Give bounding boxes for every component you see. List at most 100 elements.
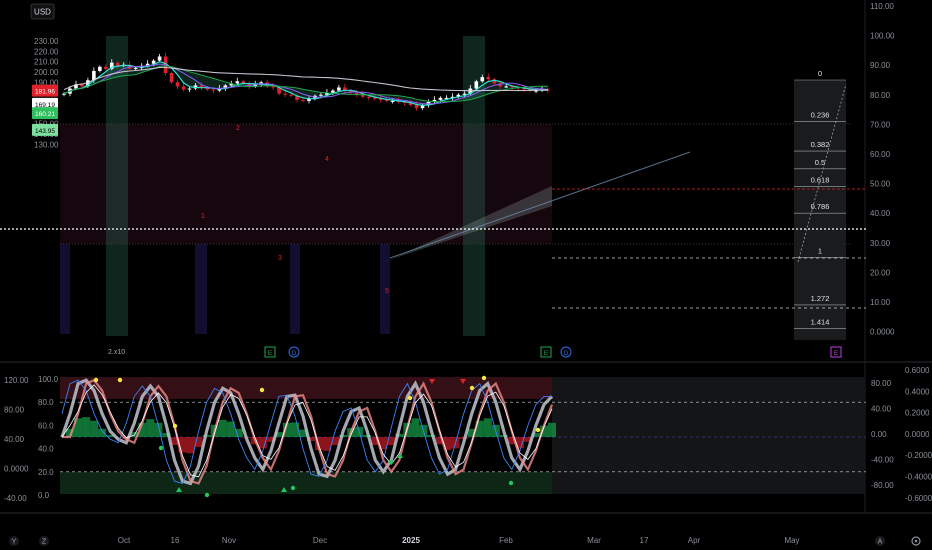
price-tick-label: 220.00 [34,47,59,56]
price-badge-label: 143.95 [35,128,55,135]
event-marker-label: E [834,350,839,357]
wave-label: 3 [278,255,282,262]
osc-right-tick-2: -0.4000 [905,473,932,482]
candle-body [486,77,491,80]
right-tick-label: 30.00 [870,239,891,248]
osc-inner-tick: 0.0 [38,491,50,500]
osc-right-tick: -80.00 [871,481,894,490]
trading-chart[interactable]: 00.2360.3820.50.6180.78611.2721.414 230.… [0,0,932,550]
time-tick-label: Feb [499,536,513,545]
volume-column [290,244,300,334]
corner-button[interactable]: Z [39,536,49,546]
right-tick-label: 20.00 [870,268,891,277]
wave-label: 2 [236,125,240,132]
osc-right-tick-2: 0.4000 [905,387,930,396]
osc-histogram-bar [82,417,91,437]
osc-right-tick: 40.00 [871,405,892,414]
signal-dot [117,377,123,383]
scale-note: 2.x10 [108,349,125,356]
signal-dot [290,485,296,491]
event-marker-label: E [268,350,273,357]
corner-button[interactable]: Y [9,536,19,546]
candle-body [115,62,120,66]
candle-body [414,105,419,109]
signal-dot [158,445,164,451]
osc-inner-tick: 40.0 [38,445,54,454]
right-tick-label: 0.0000 [870,328,895,337]
price-badge: 143.95 [32,123,58,136]
gear-icon-hub [914,539,918,543]
fib-level-label: 1 [818,247,822,256]
volume-column [195,244,207,334]
fib-level-label: 1.414 [811,318,830,327]
price-badge: 181.96 [32,84,58,97]
candle-body [211,89,216,91]
time-tick-label: May [784,536,799,545]
candle-body [390,100,395,102]
osc-right-tick-2: 0.2000 [905,409,930,418]
time-tick-label: 2025 [402,536,420,545]
osc-histogram-bar [90,420,99,437]
signal-dot [259,387,265,393]
osc-right-tick-2: 0.0000 [905,430,930,439]
time-tick-label: Dec [313,536,327,545]
corner-button-label: Y [12,539,17,546]
candle-body [319,94,323,96]
osc-inner-tick: 20.0 [38,468,54,477]
right-tick-label: 80.00 [870,91,891,100]
price-tick-label: 200.00 [34,68,59,77]
osc-histogram-bar [146,419,155,437]
wave-label: 5 [385,288,389,295]
osc-inner-tick: 80.0 [38,398,54,407]
right-tick-label: 90.00 [870,61,891,70]
candle-body [372,97,377,99]
fib-level-label: 0.382 [811,140,830,149]
candle-body [271,86,275,88]
price-badges: 181.96169.19160.21143.95 [32,84,58,136]
event-marker-label: D [292,350,297,357]
price-badge-label: 160.21 [35,111,55,118]
candle-body [337,87,341,91]
fib-level-label: 0.5 [815,158,825,167]
signal-dot [204,492,210,498]
osc-right-tick-2: 0.6000 [905,366,930,375]
candle-body [474,81,479,89]
signal-dot [93,377,99,383]
price-tick-label: 230.00 [34,37,59,46]
currency-label: USD [34,8,51,17]
event-marker-label: D [564,350,569,357]
time-tick-label: Apr [688,536,701,545]
time-tick-label: Oct [118,536,131,545]
right-tick-label: 50.00 [870,180,891,189]
osc-right-tick: 80.00 [871,379,892,388]
osc-left-tick: 80.00 [4,406,25,415]
osc-left-tick: 120.00 [4,376,29,385]
candle-body [331,90,335,93]
candle-body [301,99,305,101]
signal-dot [388,459,394,465]
price-badge-label: 181.96 [35,89,55,96]
candle-body [133,67,138,69]
candle-body [169,73,174,83]
osc-right-tick-2: -0.6000 [905,494,932,503]
corner-button[interactable]: A [875,536,885,546]
time-tick-label: 16 [171,536,180,545]
time-tick-label: Nov [222,536,236,545]
osc-histogram-bar [218,419,227,437]
wave-label: 4 [325,156,329,163]
wave-label: 1 [201,213,205,220]
candle-body [104,66,108,69]
fib-level-label: 0.236 [811,110,830,119]
candle-body [480,77,485,82]
fibonacci-retracement: 00.2360.3820.50.6180.78611.2721.414 [794,69,847,340]
osc-right-tick-2: -0.2000 [905,451,932,460]
osc-left-tick: 0.0000 [4,465,29,474]
candle-body [98,66,102,71]
signal-dot [407,395,413,401]
candle-body [289,94,293,96]
signal-dot [535,427,541,433]
right-tick-label: 110.00 [870,2,894,11]
oversold-zone [60,472,552,494]
currency-button[interactable]: USD [30,3,55,20]
signal-dot [481,375,487,381]
